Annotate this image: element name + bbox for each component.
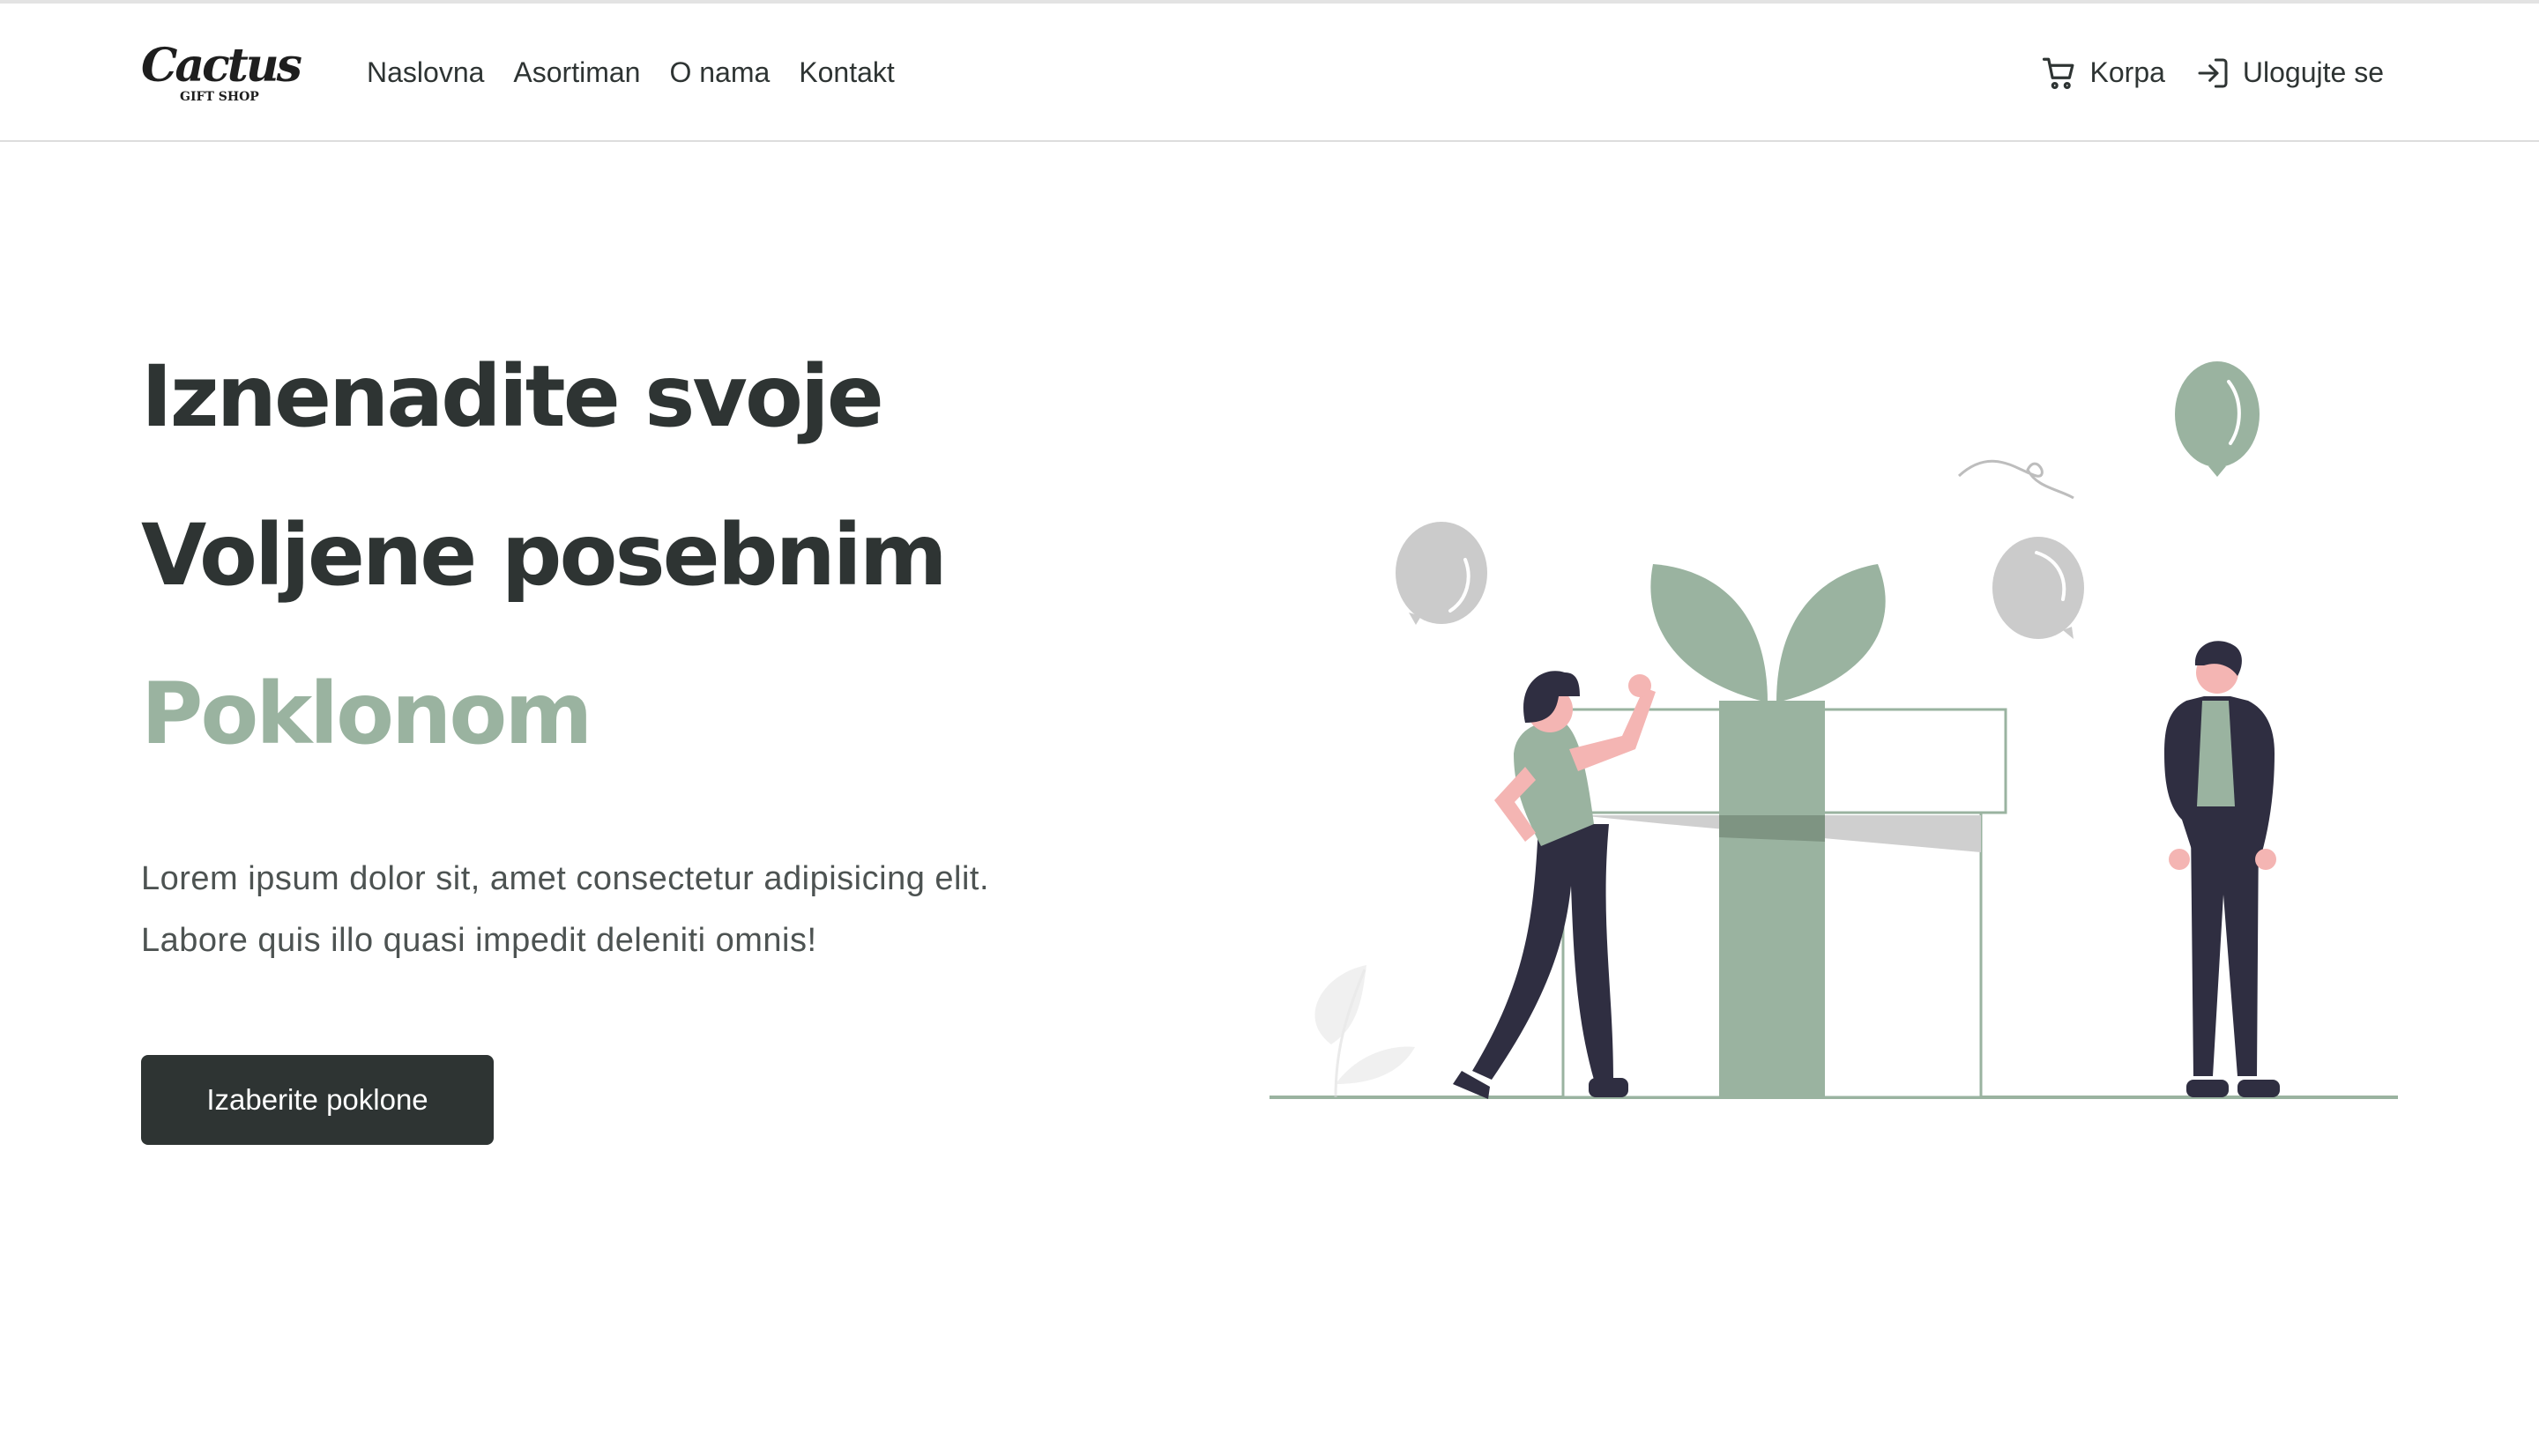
login-button[interactable]: Ulogujte se	[2195, 56, 2384, 91]
navbar: Cactus GIFT SHOP Naslovna Asortiman O na…	[0, 4, 2539, 142]
hero-description: Lorem ipsum dolor sit, amet consectetur …	[141, 848, 1287, 971]
login-icon	[2198, 58, 2228, 87]
balloon-green	[2175, 361, 2260, 477]
balloon-string	[1957, 459, 2074, 500]
cart-icon	[2042, 57, 2074, 89]
headline-line-3: Poklonom	[141, 665, 592, 763]
hero-description-line-1: Lorem ipsum dolor sit, amet consectetur …	[141, 860, 990, 897]
headline-line-2: Voljene posebnim	[141, 506, 948, 605]
cart-label: Korpa	[2089, 56, 2165, 88]
gift-illustration	[1270, 361, 2398, 1099]
headline-line-1: Iznenadite svoje	[141, 347, 884, 446]
hero-headline: Iznenadite svoje Voljene posebnim Poklon…	[141, 317, 1199, 793]
nav-link-asortiman[interactable]: Asortiman	[513, 56, 640, 89]
login-label: Ulogujte se	[2242, 56, 2384, 88]
nav-actions: Korpa Ulogujte se	[2041, 4, 2384, 142]
logo-main-text: Cactus	[141, 39, 302, 93]
logo-sub-text: GIFT SHOP	[180, 90, 259, 104]
nav-link-kontakt[interactable]: Kontakt	[799, 56, 895, 89]
balloon-gray-right	[1992, 537, 2084, 639]
man-figure	[2164, 641, 2280, 1097]
gift-box	[1561, 564, 2007, 1099]
nav-link-o-nama[interactable]: O nama	[669, 56, 770, 89]
logo[interactable]: Cactus GIFT SHOP	[139, 35, 312, 108]
hero-description-line-2: Labore quis illo quasi impedit deleniti …	[141, 922, 817, 959]
cart-button[interactable]: Korpa	[2041, 55, 2165, 92]
choose-gifts-button[interactable]: Izaberite poklone	[141, 1055, 494, 1145]
balloon-gray-left	[1396, 522, 1487, 625]
nav-link-naslovna[interactable]: Naslovna	[367, 56, 484, 89]
leaf-plant	[1314, 965, 1415, 1098]
main-nav: Naslovna Asortiman O nama Kontakt	[367, 4, 924, 142]
